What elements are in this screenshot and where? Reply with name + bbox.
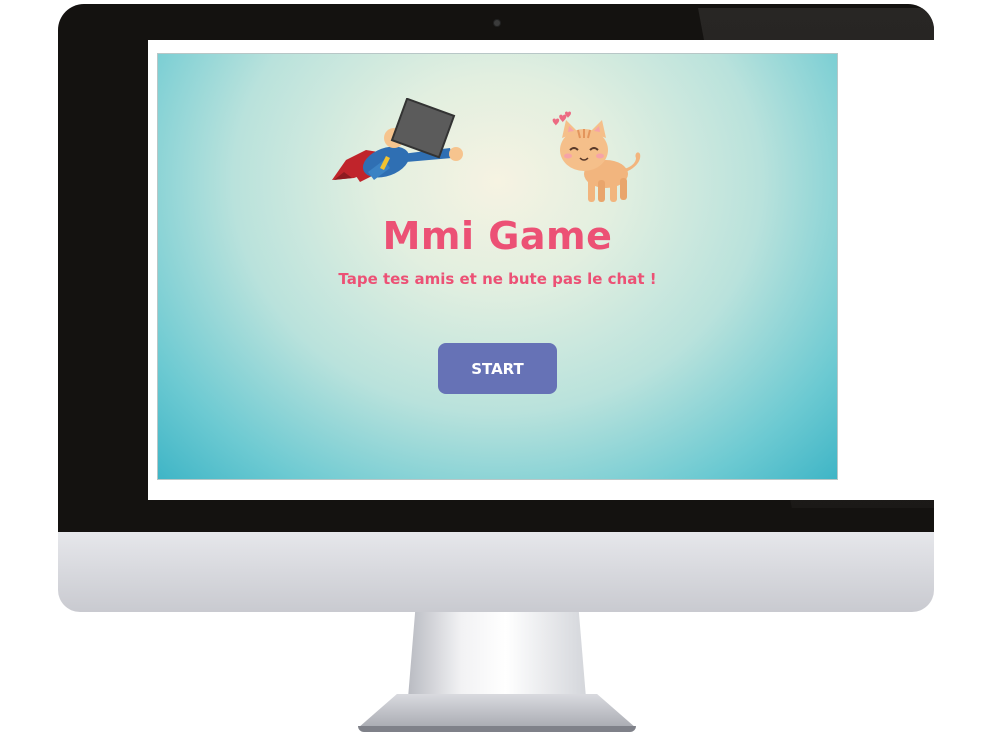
cat-icon <box>552 111 641 202</box>
monitor-stand-neck <box>408 612 586 698</box>
game-subtitle: Tape tes amis et ne bute pas le chat ! <box>338 270 657 288</box>
monitor-chin <box>58 532 934 612</box>
game-title: Mmi Game <box>382 214 613 258</box>
monitor-stand-edge <box>358 726 636 732</box>
monitor-stand-foot <box>358 694 636 728</box>
start-button[interactable]: START <box>438 343 557 394</box>
flying-hero-icon <box>332 98 463 182</box>
camera-icon <box>494 20 500 26</box>
game-start-screen <box>157 53 838 480</box>
